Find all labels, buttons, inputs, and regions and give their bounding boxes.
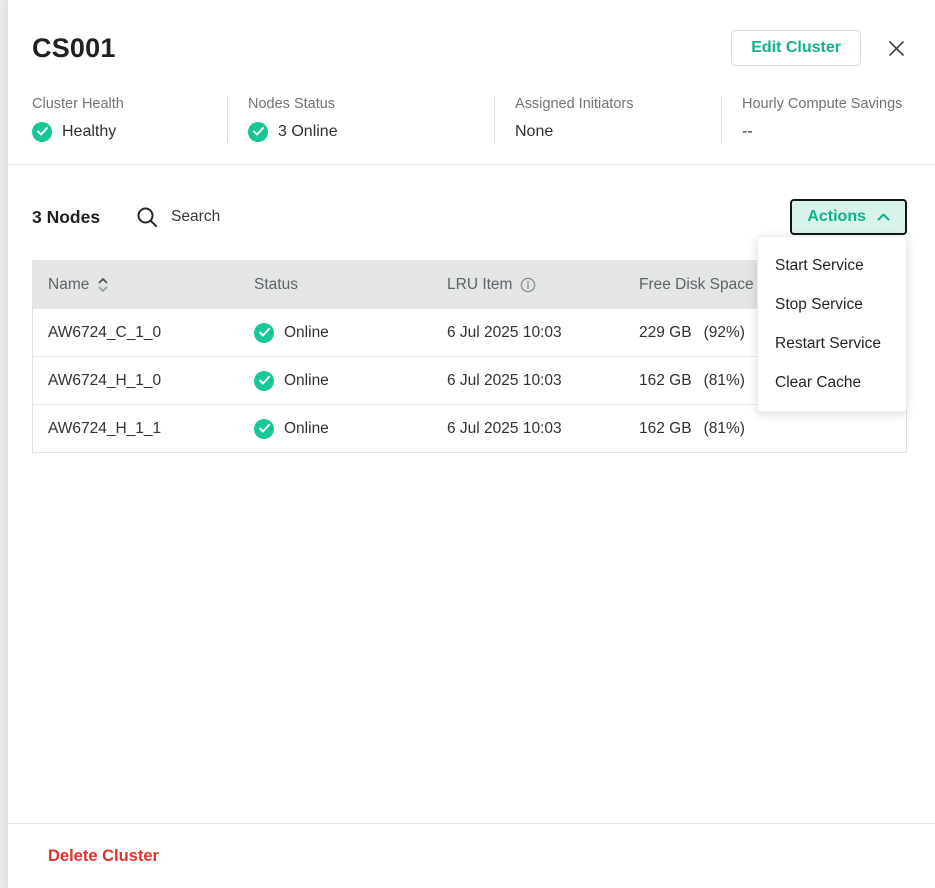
search-box xyxy=(136,206,331,229)
cell-node-status: Online xyxy=(239,371,432,391)
cell-free-disk-space: 162 GB (81%) xyxy=(624,420,906,438)
info-circle-icon[interactable] xyxy=(520,277,536,293)
menu-item-clear-cache[interactable]: Clear Cache xyxy=(758,363,906,402)
cell-lru-item: 6 Jul 2025 10:03 xyxy=(432,372,624,390)
search-input[interactable] xyxy=(171,208,331,226)
delete-cluster-button[interactable]: Delete Cluster xyxy=(48,847,159,866)
sort-arrows-icon xyxy=(97,276,109,294)
stat-label: Nodes Status xyxy=(248,96,494,112)
stat-value: -- xyxy=(742,123,753,141)
column-header-status: Status xyxy=(239,276,432,294)
edit-cluster-button[interactable]: Edit Cluster xyxy=(731,30,861,66)
stat-label: Cluster Health xyxy=(32,96,227,112)
stat-value: None xyxy=(515,123,553,141)
close-button[interactable] xyxy=(885,37,907,59)
menu-item-restart-service[interactable]: Restart Service xyxy=(758,324,906,363)
cell-lru-item: 6 Jul 2025 10:03 xyxy=(432,324,624,342)
stat-hourly-compute-savings: Hourly Compute Savings -- xyxy=(721,96,907,142)
menu-item-start-service[interactable]: Start Service xyxy=(758,246,906,285)
stat-label: Assigned Initiators xyxy=(515,96,721,112)
column-label: LRU Item xyxy=(447,276,512,294)
nodes-toolbar: 3 Nodes Actions xyxy=(32,199,907,235)
stat-cluster-health: Cluster Health Healthy xyxy=(32,96,227,142)
column-header-name[interactable]: Name xyxy=(33,276,239,294)
column-label: Status xyxy=(254,276,298,294)
cell-node-name: AW6724_H_1_0 xyxy=(33,372,239,390)
check-circle-icon xyxy=(32,122,52,142)
column-label: Name xyxy=(48,276,89,294)
search-icon xyxy=(136,206,159,229)
panel-footer: Delete Cluster xyxy=(8,823,935,888)
stat-value: Healthy xyxy=(62,123,116,141)
status-text: Online xyxy=(284,372,329,390)
stat-label: Hourly Compute Savings xyxy=(742,96,907,112)
panel-header: CS001 Edit Cluster Cluster Health xyxy=(8,0,935,165)
check-circle-icon xyxy=(254,371,274,391)
stat-value: 3 Online xyxy=(278,123,338,141)
close-icon xyxy=(888,40,905,57)
disk-value: 162 GB xyxy=(639,420,692,438)
menu-item-stop-service[interactable]: Stop Service xyxy=(758,285,906,324)
chevron-up-icon xyxy=(877,213,890,221)
status-text: Online xyxy=(284,420,329,438)
column-label: Free Disk Space xyxy=(639,276,754,294)
cluster-detail-panel: CS001 Edit Cluster Cluster Health xyxy=(8,0,935,888)
cell-node-status: Online xyxy=(239,323,432,343)
nodes-count-label: 3 Nodes xyxy=(32,207,100,228)
disk-value: 162 GB xyxy=(639,372,692,390)
disk-percent: (81%) xyxy=(704,372,745,390)
cluster-stats: Cluster Health Healthy Nodes Status 3 On… xyxy=(32,96,907,164)
cell-node-name: AW6724_H_1_1 xyxy=(33,420,239,438)
actions-button[interactable]: Actions xyxy=(790,199,907,235)
check-circle-icon xyxy=(248,122,268,142)
disk-value: 229 GB xyxy=(639,324,692,342)
stat-nodes-status: Nodes Status 3 Online xyxy=(227,96,494,142)
cell-lru-item: 6 Jul 2025 10:03 xyxy=(432,420,624,438)
disk-percent: (92%) xyxy=(704,324,745,342)
panel-body: 3 Nodes Actions Na xyxy=(8,165,935,453)
column-header-lru-item: LRU Item xyxy=(432,276,624,294)
page-title: CS001 xyxy=(32,33,116,64)
status-text: Online xyxy=(284,324,329,342)
cell-node-name: AW6724_C_1_0 xyxy=(33,324,239,342)
check-circle-icon xyxy=(254,419,274,439)
actions-dropdown-menu: Start Service Stop Service Restart Servi… xyxy=(757,236,907,412)
actions-button-label: Actions xyxy=(807,208,866,226)
stat-assigned-initiators: Assigned Initiators None xyxy=(494,96,721,142)
check-circle-icon xyxy=(254,323,274,343)
disk-percent: (81%) xyxy=(704,420,745,438)
cell-node-status: Online xyxy=(239,419,432,439)
